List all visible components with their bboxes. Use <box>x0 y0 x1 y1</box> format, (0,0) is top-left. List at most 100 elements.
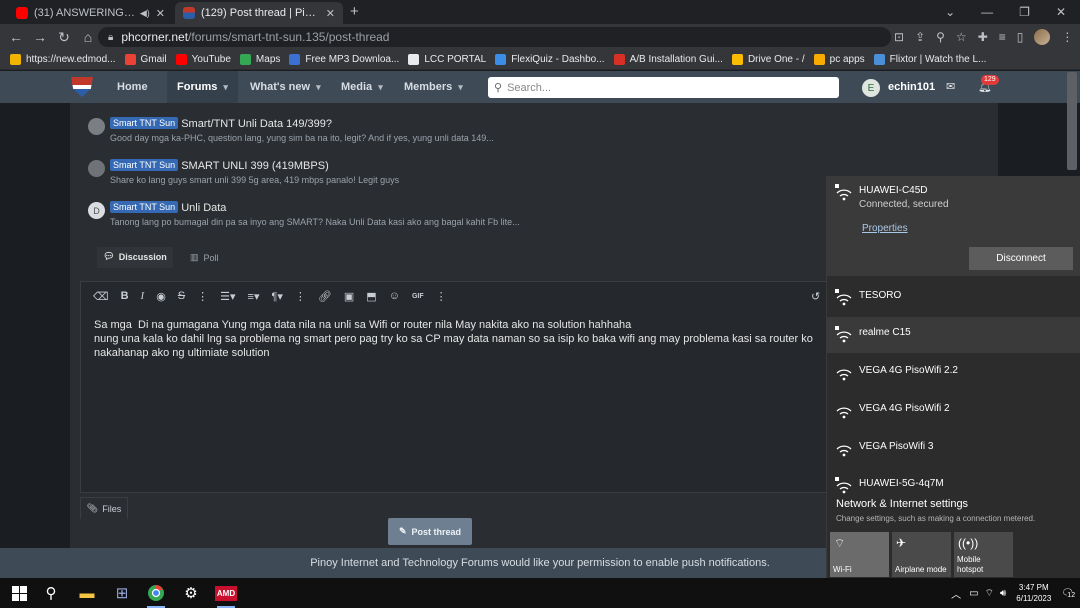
properties-link[interactable]: Properties <box>862 223 908 234</box>
more-icon[interactable]: ⋮ <box>295 290 306 303</box>
thread-title-link[interactable]: Unli Data <box>181 202 226 214</box>
network-item[interactable]: VEGA PisoWifi 3 <box>827 431 1080 467</box>
show-hidden-icons[interactable]: ︿ <box>951 586 961 601</box>
file-explorer-icon[interactable]: ▬ <box>70 578 104 608</box>
extensions-icon[interactable]: ✚ <box>978 30 988 44</box>
network-item[interactable]: realme C15 <box>827 317 1080 353</box>
disconnect-button[interactable]: Disconnect <box>969 247 1073 270</box>
caret-down-icon[interactable]: ▾ <box>223 82 228 93</box>
home-icon[interactable]: ⌂ <box>76 29 100 45</box>
battery-icon[interactable]: ▭ <box>969 588 978 599</box>
share-icon[interactable]: ⇪ <box>915 30 925 44</box>
image-icon[interactable]: ▣ <box>344 290 354 303</box>
attach-files-button[interactable]: 📎︎ Files <box>80 497 128 519</box>
network-item[interactable]: VEGA 4G PisoWifi 2.2 <box>827 355 1080 391</box>
bookmark-item[interactable]: https://new.edmod... <box>10 54 116 65</box>
volume-icon[interactable]: 🔊︎ <box>1000 588 1006 599</box>
post-thread-button[interactable]: ✎ Post thread <box>388 518 472 545</box>
browser-tab[interactable]: (31) ANSWERING DIFFICULT ◀) ✕ <box>8 2 173 24</box>
similar-thread-item[interactable]: Smart TNT Sun Smart/TNT Unli Data 149/399… <box>88 116 494 143</box>
eraser-icon[interactable]: ⌫ <box>93 290 109 303</box>
thread-prefix-badge[interactable]: Smart TNT Sun <box>110 159 179 171</box>
tab-poll[interactable]: ▥ Poll <box>190 247 230 268</box>
emoji-icon[interactable]: ☺ <box>389 290 400 302</box>
tab-discussion[interactable]: 💬︎ Discussion <box>97 247 173 268</box>
thread-title-link[interactable]: SMART UNLI 399 (419MBPS) <box>181 160 329 172</box>
speaker-icon[interactable]: ◀) <box>140 8 150 19</box>
align-icon[interactable]: ≡▾ <box>248 290 260 303</box>
avatar[interactable] <box>88 118 105 135</box>
italic-icon[interactable]: I <box>141 290 145 302</box>
thread-prefix-badge[interactable]: Smart TNT Sun <box>110 117 179 129</box>
avatar[interactable] <box>88 160 105 177</box>
network-icon[interactable]: ⌔ <box>985 587 994 600</box>
bookmark-star-icon[interactable]: ☆ <box>956 30 967 44</box>
bookmark-item[interactable]: Free MP3 Downloa... <box>289 54 399 65</box>
zoom-icon[interactable]: ⚲ <box>936 30 945 44</box>
bookmark-item[interactable]: Maps <box>239 54 280 65</box>
profile-avatar[interactable] <box>1034 29 1051 45</box>
caret-down-icon[interactable]: ▾ <box>458 82 463 93</box>
avatar[interactable]: D <box>88 202 105 219</box>
bookmark-item[interactable]: FlexiQuiz - Dashbo... <box>495 54 605 65</box>
bookmark-item[interactable]: pc apps <box>813 54 865 65</box>
caret-down-icon[interactable]: ▾ <box>316 82 321 93</box>
more-icon[interactable]: ⋮ <box>436 290 447 303</box>
bookmark-item[interactable]: YouTube <box>175 54 231 65</box>
search-icon[interactable]: ⚲ <box>34 578 68 608</box>
link-icon[interactable]: 🔗︎ <box>318 290 332 303</box>
new-tab-button[interactable]: + <box>350 3 359 20</box>
more-icon[interactable]: ⋮ <box>197 290 208 303</box>
network-item[interactable]: TESORO <box>827 280 1080 316</box>
thread-title-link[interactable]: Smart/TNT Unli Data 149/399? <box>181 118 332 130</box>
back-icon[interactable]: ← <box>4 29 28 45</box>
install-app-icon[interactable]: ⊡ <box>894 30 904 44</box>
nav-home[interactable]: Home <box>107 71 158 103</box>
network-settings-link[interactable]: Network & Internet settings <box>836 498 968 510</box>
similar-thread-item[interactable]: Smart TNT Sun SMART UNLI 399 (419MBPS) Sha… <box>88 158 399 185</box>
undo-icon[interactable]: ↺ <box>811 290 820 303</box>
quick-action-hotspot[interactable]: ((•)) Mobile hotspot <box>954 532 1013 577</box>
clock[interactable]: 3:47 PM 6/11/2023 <box>1016 582 1051 604</box>
store-icon[interactable]: ⊞ <box>105 578 139 608</box>
restore-icon[interactable]: ❐ <box>1019 5 1030 19</box>
close-window-icon[interactable]: ✕ <box>1056 5 1066 19</box>
strikethrough-icon[interactable]: S <box>178 290 185 302</box>
nav-members[interactable]: Members ▾ <box>394 71 473 103</box>
media-icon[interactable]: ⬒ <box>366 290 376 303</box>
bookmark-item[interactable]: LCC PORTAL <box>408 54 486 65</box>
bookmark-item[interactable]: Flixtor | Watch the L... <box>873 54 986 65</box>
username[interactable]: echin101 <box>888 71 935 103</box>
page-scrollbar[interactable] <box>1067 72 1077 170</box>
bookmark-item[interactable]: Gmail <box>124 54 167 65</box>
site-logo[interactable] <box>71 77 93 97</box>
bold-icon[interactable]: B <box>121 290 129 302</box>
quick-action-wifi[interactable]: ⌔ Wi-Fi <box>830 532 889 577</box>
forward-icon[interactable]: → <box>28 29 52 45</box>
browser-tab-active[interactable]: (129) Post thread | Pinoy Internet ✕ <box>175 2 343 24</box>
nav-media[interactable]: Media ▾ <box>331 71 393 103</box>
reading-list-icon[interactable]: ≡ <box>999 30 1006 44</box>
chrome-icon[interactable] <box>139 578 173 608</box>
menu-icon[interactable]: ⋮ <box>1061 30 1073 44</box>
bookmark-item[interactable]: A/B Installation Gui... <box>613 54 723 65</box>
inbox-icon[interactable]: ✉ <box>946 80 955 93</box>
similar-thread-item[interactable]: D Smart TNT Sun Unli Data Tanong lang po bu… <box>88 200 520 227</box>
url-bar[interactable]: 🔒︎ phcorner.net/forums/smart-tnt-sun.135… <box>98 27 891 47</box>
network-item-connected[interactable]: HUAWEI-C45D Connected, secured Propertie… <box>827 176 1080 276</box>
start-button[interactable] <box>2 578 36 608</box>
nav-whats-new[interactable]: What's new ▾ <box>240 71 331 103</box>
list-icon[interactable]: ☰▾ <box>220 290 235 303</box>
amd-software-icon[interactable]: AMD <box>209 578 243 608</box>
notifications-icon[interactable]: 🗨︎12 <box>1061 588 1076 599</box>
network-item[interactable]: VEGA 4G PisoWifi 2 <box>827 393 1080 429</box>
settings-gear-icon[interactable]: ⚙ <box>174 578 208 608</box>
thread-prefix-badge[interactable]: Smart TNT Sun <box>110 201 179 213</box>
close-tab-icon[interactable]: ✕ <box>156 7 165 20</box>
tab-search-icon[interactable]: ⌄ <box>945 5 955 19</box>
reload-icon[interactable]: ↻ <box>52 29 76 46</box>
gif-icon[interactable]: GIF <box>412 293 424 300</box>
palette-icon[interactable]: ◉ <box>156 290 166 303</box>
nav-forums[interactable]: Forums ▾ <box>167 71 238 103</box>
bookmark-item[interactable]: Drive One - / <box>731 54 805 65</box>
